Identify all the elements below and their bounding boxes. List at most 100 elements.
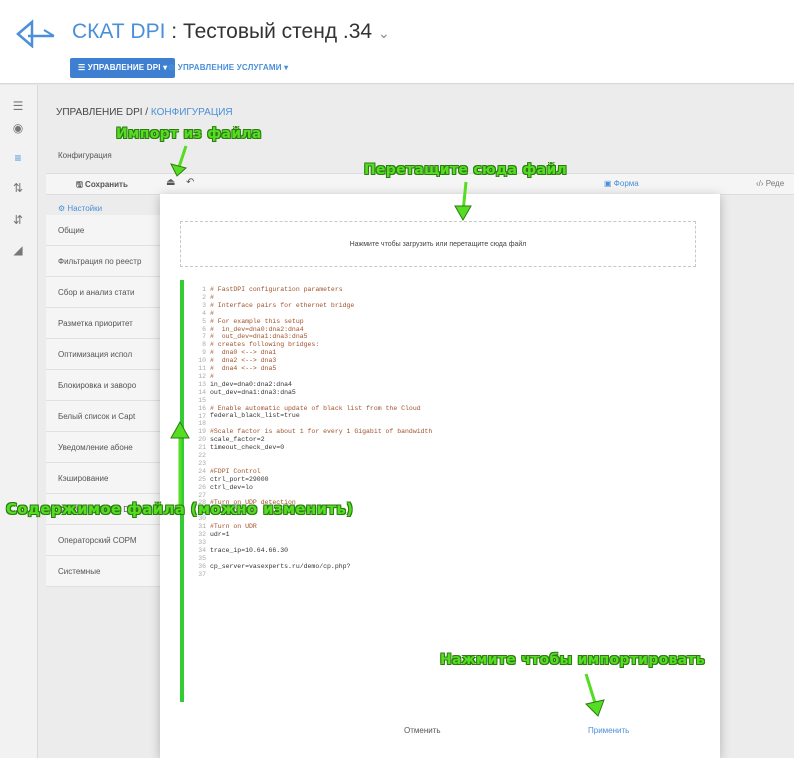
line-number: 16 <box>198 404 206 412</box>
chart-icon[interactable]: ◢ <box>4 239 32 261</box>
gears-icon: ⚙ <box>168 63 178 72</box>
dashboard-icon[interactable]: ◉ <box>4 117 32 139</box>
breadcrumb-root[interactable]: УПРАВЛЕНИЕ DPI / <box>56 107 151 118</box>
menu-icon: ☰ <box>78 63 88 72</box>
line-number: 11 <box>198 365 206 373</box>
code-line: cp_server=vasexperts.ru/demo/cp.php? <box>210 562 351 570</box>
section-item[interactable]: Операторский СОРМ <box>46 525 162 556</box>
code-line: ctrl_port=29000 <box>210 475 269 483</box>
config-label: Конфигурация <box>58 151 112 160</box>
sections-list: Общие Фильтрация по реестр Сбор и анализ с… <box>46 215 162 587</box>
line-number: 20 <box>198 436 206 444</box>
code-line: # in_dev=dna0:dna2:dna4 <box>210 325 304 333</box>
section-item[interactable]: Фильтрация по реестр <box>46 246 162 277</box>
code-icon: ‹/› <box>756 179 766 188</box>
breadcrumb: УПРАВЛЕНИЕ DPI / КОНФИГУРАЦИЯ <box>56 107 233 118</box>
line-number: 22 <box>198 452 206 460</box>
code-line: # dna2 <--> dna3 <box>210 357 277 365</box>
code-line: # For example this setup <box>210 317 304 325</box>
line-number: 31 <box>198 523 206 531</box>
section-item[interactable]: Общие <box>46 215 162 246</box>
stand-name[interactable]: Тестовый стенд .34 <box>183 20 372 43</box>
apply-button[interactable]: Применить <box>588 726 629 735</box>
section-item[interactable]: Белый список и Capt <box>46 401 162 432</box>
line-number: 23 <box>198 459 206 467</box>
code-text[interactable]: # FastDPI configuration parameters # # Int… <box>210 286 680 578</box>
config-editor[interactable]: 1 2 3 4 5 6 7 8 9 10 11 12 13 14 15 16 17 18 19 20 21 22 23 24 2… <box>180 280 696 702</box>
code-line: out_dev=dna1:dna3:dna5 <box>210 388 296 396</box>
cancel-button[interactable]: Отменить <box>404 726 441 735</box>
code-line: # Interface pairs for ethernet bridge <box>210 301 355 309</box>
settings-header: ⚙ Настойки <box>58 204 102 213</box>
import-icon[interactable]: ⏏ <box>166 177 175 188</box>
section-item[interactable]: Сбор и анализ стати <box>46 277 162 308</box>
code-line: #FDPI Control <box>210 467 261 475</box>
file-dropzone[interactable]: Нажмите чтобы загрузить или перетащите с… <box>180 221 696 267</box>
line-number: 7 <box>202 333 206 341</box>
line-number: 36 <box>198 562 206 570</box>
section-item[interactable]: Оптимизация испол <box>46 339 162 370</box>
line-number: 10 <box>198 357 206 365</box>
line-number: 14 <box>198 388 206 396</box>
line-number: 35 <box>198 554 206 562</box>
save-label: Сохранить <box>85 180 128 189</box>
arrow-down-icon <box>584 673 605 717</box>
callout-click-import: Нажмите чтобы импортировать <box>440 652 705 668</box>
tab-editor[interactable]: ‹/› Реде <box>756 179 784 188</box>
dialog-footer: Отменить Применить <box>160 712 720 758</box>
line-number: 34 <box>198 546 206 554</box>
list-icon[interactable]: ≡ <box>4 147 32 169</box>
section-item[interactable]: Системные <box>46 556 162 587</box>
line-number: 15 <box>198 396 206 404</box>
line-number: 37 <box>198 570 206 578</box>
code-line: # out_dev=dna1:dna3:dna5 <box>210 333 308 341</box>
tab-form[interactable]: ▣ Форма <box>604 179 639 188</box>
code-line: ctrl_dev=lo <box>210 483 253 491</box>
undo-icon[interactable]: ↶ <box>186 177 194 188</box>
chevron-down-icon[interactable]: ⌄ <box>378 25 390 41</box>
sort-icon[interactable]: ⇅ <box>4 177 32 199</box>
section-item[interactable]: Уведомление абоне <box>46 432 162 463</box>
line-number: 24 <box>198 467 206 475</box>
code-line: in_dev=dna0:dna2:dna4 <box>210 380 292 388</box>
callout-file-content: Содержимое файла (можно изменить) <box>6 500 354 518</box>
settings-icon: ⚙ <box>58 204 68 213</box>
line-number: 13 <box>198 380 206 388</box>
code-line: #Turn on UDR <box>210 523 257 531</box>
line-number: 19 <box>198 428 206 436</box>
line-number: 32 <box>198 531 206 539</box>
code-line: trace_ip=10.64.66.30 <box>210 546 289 554</box>
code-line: # dna0 <--> dna1 <box>210 349 277 357</box>
app-title: СКАТ DPI : Тестовый стенд .34 ⌄ <box>72 20 390 44</box>
settings-label: Настойки <box>67 204 103 213</box>
logo-icon <box>16 19 55 48</box>
save-button[interactable]: 🖫 Сохранить <box>76 179 128 193</box>
line-number: 21 <box>198 444 206 452</box>
filter-icon[interactable]: ⇵ <box>4 209 32 231</box>
code-line: timeout_check_dev=0 <box>210 444 285 452</box>
section-item[interactable]: Кэширование <box>46 463 162 494</box>
code-line: udr=1 <box>210 531 230 538</box>
hamburger-icon[interactable]: ☰ <box>4 95 32 117</box>
line-number: 2 <box>202 293 206 301</box>
tab-form-label: Форма <box>613 179 639 188</box>
code-line: scale_factor=2 <box>210 436 265 444</box>
import-dialog: Нажмите чтобы загрузить или перетащите с… <box>160 194 720 758</box>
menu-services-management[interactable]: ⚙ УПРАВЛЕНИЕ УСЛУГАМИ ▾ <box>160 58 296 78</box>
left-sidebar: ☰ ◉ ≡ ⇅ ⇵ ◢ <box>0 85 38 758</box>
section-item[interactable]: Блокировка и заворо <box>46 370 162 401</box>
callout-drag-here: Перетащите сюда файл <box>364 162 567 178</box>
section-item[interactable]: Разметка приоритет <box>46 308 162 339</box>
line-number: 26 <box>198 483 206 491</box>
line-number: 4 <box>202 309 206 317</box>
line-number: 27 <box>198 491 206 499</box>
menu-dpi-label: УПРАВЛЕНИЕ DPI ▾ <box>87 63 168 72</box>
